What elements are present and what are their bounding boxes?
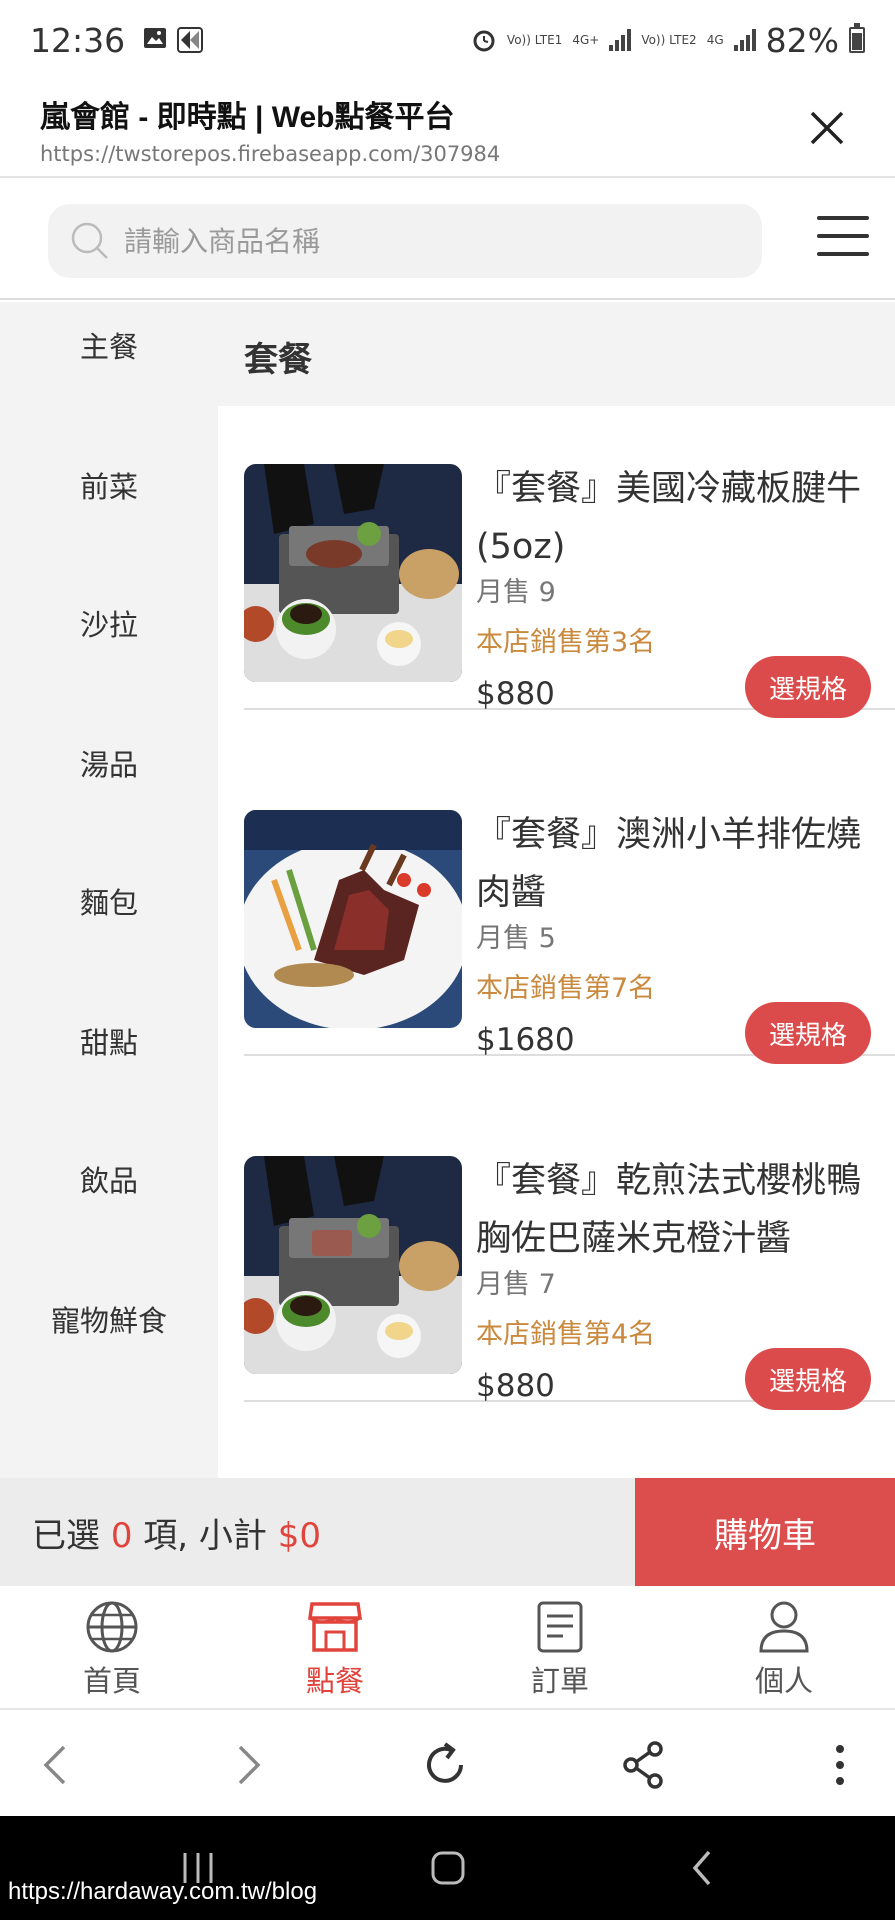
search-input[interactable] [124, 224, 684, 258]
menu-icon-line [817, 216, 869, 220]
product-price: $880 [476, 676, 555, 712]
browser-title-bar: 嵐會館 - 即時點 | Web點餐平台 https://twstorepos.f… [0, 80, 895, 178]
product-monthly-sales: 月售 9 [476, 577, 556, 608]
product-image[interactable] [244, 464, 462, 682]
select-spec-button[interactable]: 選規格 [745, 1348, 871, 1410]
category-item-appetizer[interactable]: 前菜 [0, 464, 218, 506]
close-button[interactable] [797, 98, 857, 158]
product-price: $1680 [476, 1022, 575, 1058]
search-box[interactable] [48, 204, 762, 278]
reload-icon [427, 1742, 463, 1783]
category-item-bread[interactable]: 麵包 [0, 880, 218, 922]
category-item-main[interactable]: 主餐 [0, 324, 218, 366]
bottom-tab-bar: 首頁 點餐 訂單 個人 [0, 1586, 895, 1706]
product-image[interactable] [244, 1156, 462, 1374]
cart-subtotal: $0 [277, 1516, 321, 1556]
product-monthly-sales: 月售 7 [476, 1269, 556, 1300]
alarm-icon [473, 30, 495, 52]
tab-order-food-label: 點餐 [305, 1664, 364, 1698]
product-item[interactable]: 『套餐』澳洲小羊排佐燒肉醬 月售 5 本店銷售第7名 $1680 選規格 [244, 766, 895, 1064]
home-button[interactable] [428, 1846, 468, 1890]
cart-summary: 已選 0 項, 小計 $0 [32, 1508, 321, 1557]
product-monthly-sales: 月售 5 [476, 923, 556, 954]
category-item-pet-food[interactable]: 寵物鮮食 [0, 1298, 218, 1340]
cart-bar: 已選 0 項, 小計 $0 購物車 [0, 1478, 895, 1586]
menu-button[interactable] [817, 210, 869, 262]
browser-more-button[interactable] [815, 1740, 865, 1790]
tab-orders-label: 訂單 [530, 1664, 589, 1698]
page-url[interactable]: https://twstorepos.firebaseapp.com/30798… [40, 142, 855, 166]
product-name[interactable]: 『套餐』澳洲小羊排佐燒肉醬 [476, 806, 886, 922]
browser-reload-button[interactable] [420, 1740, 470, 1790]
system-back-button[interactable] [682, 1846, 722, 1890]
product-list: 套餐 『套餐』美國冷藏板腱牛(5oz) 月售 9 本店銷售第3名 $880 選規… [218, 302, 895, 1478]
menu-icon-line [817, 234, 869, 238]
store-icon [307, 1602, 363, 1652]
tab-order-food[interactable]: 點餐 [245, 1600, 425, 1700]
tab-profile-label: 個人 [754, 1664, 813, 1698]
cart-button[interactable]: 購物車 [635, 1478, 895, 1586]
category-sidebar: 主餐 前菜 沙拉 湯品 麵包 甜點 飲品 寵物鮮食 [0, 302, 218, 1478]
watermark-text: https://hardaway.com.tw/blog [8, 1878, 318, 1905]
share-icon [623, 1741, 663, 1789]
category-item-dessert[interactable]: 甜點 [0, 1020, 218, 1062]
category-item-soup[interactable]: 湯品 [0, 742, 218, 784]
back-chevron-icon [692, 1850, 711, 1886]
product-price: $880 [476, 1368, 555, 1404]
tab-home-label: 首頁 [82, 1664, 141, 1698]
select-spec-button[interactable]: 選規格 [745, 1002, 871, 1064]
battery-percent: 82% [765, 20, 839, 60]
product-name[interactable]: 『套餐』美國冷藏板腱牛(5oz) [476, 460, 886, 576]
category-item-drinks[interactable]: 飲品 [0, 1158, 218, 1200]
net2-label: 4G [706, 32, 724, 47]
select-spec-button[interactable]: 選規格 [745, 656, 871, 718]
search-row [0, 180, 895, 300]
tab-profile[interactable]: 個人 [694, 1600, 874, 1700]
status-time: 12:36 [30, 20, 126, 60]
search-icon [71, 222, 108, 259]
net1-label: 4G+ [572, 32, 600, 47]
cart-prefix: 已選 [32, 1516, 100, 1556]
cart-middle-text: 項, 小計 [143, 1516, 267, 1556]
page-title: 嵐會館 - 即時點 | Web點餐平台 [40, 101, 455, 134]
cart-count: 0 [110, 1516, 133, 1556]
category-item-salad[interactable]: 沙拉 [0, 602, 218, 644]
product-image[interactable] [244, 810, 462, 1028]
person-icon [759, 1601, 809, 1653]
signal1-icon [609, 29, 632, 51]
product-item[interactable]: 『套餐』乾煎法式櫻桃鴨胸佐巴薩米克橙汁醬 月售 7 本店銷售第4名 $880 選… [244, 1112, 895, 1410]
sim1-label: Vo)) LTE1 [506, 32, 563, 47]
chevron-left-icon [43, 1745, 66, 1785]
sim2-label: Vo)) LTE2 [641, 32, 697, 47]
browser-nav-bar [0, 1708, 895, 1816]
product-rank: 本店銷售第7名 [476, 973, 656, 1004]
order-icon [537, 1601, 583, 1653]
battery-icon [849, 23, 865, 53]
status-bar: 12:36 Vo)) LTE1 4G+ Vo)) LTE2 4G 82% [0, 0, 895, 80]
browser-share-button[interactable] [618, 1740, 668, 1790]
home-square-icon [431, 1851, 465, 1885]
product-item[interactable]: 『套餐』美國冷藏板腱牛(5oz) 月售 9 本店銷售第3名 $880 選規格 [244, 420, 895, 718]
more-vertical-icon [836, 1745, 844, 1785]
tab-orders[interactable]: 訂單 [470, 1600, 650, 1700]
app-notification-icon [177, 27, 204, 53]
browser-back-button[interactable] [30, 1740, 80, 1790]
product-name[interactable]: 『套餐』乾煎法式櫻桃鴨胸佐巴薩米克橙汁醬 [476, 1152, 886, 1268]
tab-home[interactable]: 首頁 [22, 1600, 202, 1700]
close-icon [810, 111, 844, 145]
product-rank: 本店銷售第3名 [476, 627, 656, 658]
signal2-icon [733, 29, 756, 51]
chevron-right-icon [238, 1745, 261, 1785]
browser-forward-button[interactable] [224, 1740, 274, 1790]
product-rank: 本店銷售第4名 [476, 1319, 656, 1350]
section-title: 套餐 [218, 302, 895, 406]
globe-icon [86, 1601, 138, 1653]
gallery-icon [144, 28, 167, 48]
menu-icon-line [817, 252, 869, 256]
